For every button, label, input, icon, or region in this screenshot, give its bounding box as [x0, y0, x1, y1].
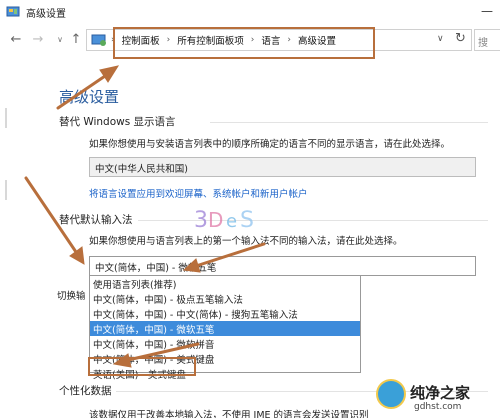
up-arrow-icon[interactable]: ↑ — [68, 32, 84, 48]
svg-text:3: 3 — [194, 208, 208, 233]
display-language-description: 如果你想使用与安装语言列表中的顺序所确定的语言不同的显示语言，请在此处选择。 — [89, 139, 451, 150]
title-bar: 高级设置 — — [0, 0, 500, 24]
watermark-logo-icon: 3 D e S — [194, 208, 254, 233]
control-panel-icon — [6, 6, 20, 17]
list-item[interactable]: 中文(简体，中国) - 极点五笔输入法 — [90, 291, 360, 306]
history-chevron-icon[interactable]: ∨ — [52, 32, 68, 48]
annotation-highlight-box — [88, 357, 196, 376]
svg-text:D: D — [208, 208, 223, 232]
sidebar-marker — [5, 108, 7, 128]
list-item[interactable]: 中文(简体，中国) - 微软拼音 — [90, 336, 360, 351]
watermark-badge-icon — [376, 379, 406, 409]
sidebar-marker — [5, 180, 7, 200]
forward-arrow-icon[interactable]: → — [30, 32, 46, 48]
section-divider — [210, 122, 488, 123]
page-title: 高级设置 — [59, 88, 120, 106]
display-language-dropdown[interactable]: 中文(中华人民共和国) — [89, 157, 476, 177]
personalization-description: 该数据仅用于改善本地输入法，不使用 IME 的语言会发送设置识别 — [89, 410, 369, 418]
switch-input-heading: 切换输 — [57, 291, 86, 302]
list-item[interactable]: 中文(简体，中国) - 中文(简体) - 搜狗五笔输入法 — [90, 306, 360, 321]
section-heading-display-language: 替代 Windows 显示语言 — [59, 116, 176, 128]
search-box[interactable]: 搜 — [474, 29, 500, 51]
input-method-dropdown[interactable]: 中文(简体，中国) - 微软五笔 — [89, 256, 476, 276]
section-heading-input-method: 替代默认输入法 — [59, 214, 133, 226]
watermark-brand: 纯净之家 — [410, 384, 471, 402]
apply-settings-link[interactable]: 将语言设置应用到欢迎屏幕、系统帐户和新用户帐户 — [89, 186, 308, 200]
svg-text:S: S — [240, 208, 254, 233]
annotation-highlight-box — [113, 27, 375, 59]
search-icon: 搜 — [478, 38, 488, 49]
list-item[interactable]: 使用语言列表(推荐) — [90, 276, 360, 291]
list-item-selected[interactable]: 中文(简体，中国) - 微软五笔 — [90, 321, 360, 336]
control-panel-icon — [91, 34, 106, 46]
refresh-icon[interactable]: ↻ — [455, 31, 466, 46]
address-dropdown-icon[interactable]: ∨ — [437, 34, 444, 44]
window-title: 高级设置 — [26, 8, 66, 20]
watermark-url: gdhst.com — [414, 402, 462, 412]
svg-text:e: e — [226, 211, 237, 232]
minimize-icon[interactable]: — — [480, 5, 494, 19]
back-arrow-icon[interactable]: ← — [8, 32, 24, 48]
section-heading-personalization: 个性化数据 — [59, 385, 112, 397]
